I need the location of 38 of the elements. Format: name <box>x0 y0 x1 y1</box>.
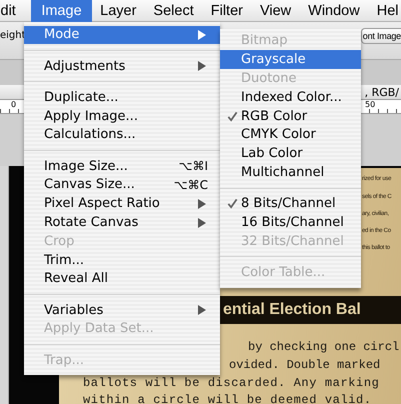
menu-title[interactable]: Filter <box>202 0 252 22</box>
menu-title[interactable]: Image <box>31 0 92 22</box>
menu-item[interactable]: Rotate Canvas <box>24 213 220 232</box>
menu-item[interactable]: Pixel Aspect Ratio <box>24 194 220 214</box>
menu-item[interactable]: Image Size... ⌥⌘I <box>24 156 220 176</box>
menu-title[interactable]: Window <box>300 0 368 22</box>
menu-item[interactable]: RGB Color <box>220 106 361 126</box>
menu-item[interactable]: Adjustments <box>24 56 220 76</box>
ballot-heading: ential Election Bal <box>223 301 361 319</box>
menu-item[interactable]: Canvas Size... ⌥⌘C <box>24 176 220 194</box>
menu-item[interactable]: Mode <box>24 26 220 44</box>
menu-item[interactable]: Multichannel <box>220 163 361 182</box>
menu-title[interactable]: Select <box>144 0 202 22</box>
menu-title[interactable]: dit <box>0 0 24 22</box>
menu-item[interactable]: Trim... <box>24 250 220 270</box>
menu-title[interactable]: View <box>251 0 300 22</box>
menu-item[interactable]: Duplicate... <box>24 88 220 107</box>
menu-item[interactable]: Apply Image... <box>24 106 220 126</box>
menu-item[interactable]: Calculations... <box>24 126 220 144</box>
menu-item[interactable]: Indexed Color... <box>220 88 361 107</box>
ballot-instruction-text: ovided. Double marked <box>229 358 380 373</box>
menu-item[interactable]: CMYK Color <box>220 126 361 144</box>
front-image-button[interactable]: ont Image <box>360 28 401 44</box>
menu-item[interactable]: Lab Color <box>220 144 361 164</box>
option-label: eight <box>0 30 26 41</box>
ballot-instruction-text: within a circle will be deemed valid. <box>83 393 372 404</box>
document-title: , RGB/ <box>364 86 399 98</box>
ballot-instruction-text: ballots will be discarded. Any marking <box>83 376 380 391</box>
ruler-label: 50 <box>365 100 376 109</box>
menu-item[interactable]: 8 Bits/Channel <box>220 194 361 214</box>
menu-title[interactable]: Layer <box>92 0 145 22</box>
ruler-label: 0 <box>11 100 16 109</box>
menu-item[interactable]: Grayscale <box>220 50 361 70</box>
menu-item[interactable]: 16 Bits/Channel <box>220 213 361 232</box>
menu-item[interactable]: Reveal All <box>24 270 220 288</box>
menu-title[interactable]: Hel <box>368 0 401 22</box>
ballot-instruction-text: by checking one circl <box>248 340 400 355</box>
menu-item[interactable]: Variables <box>24 300 220 320</box>
